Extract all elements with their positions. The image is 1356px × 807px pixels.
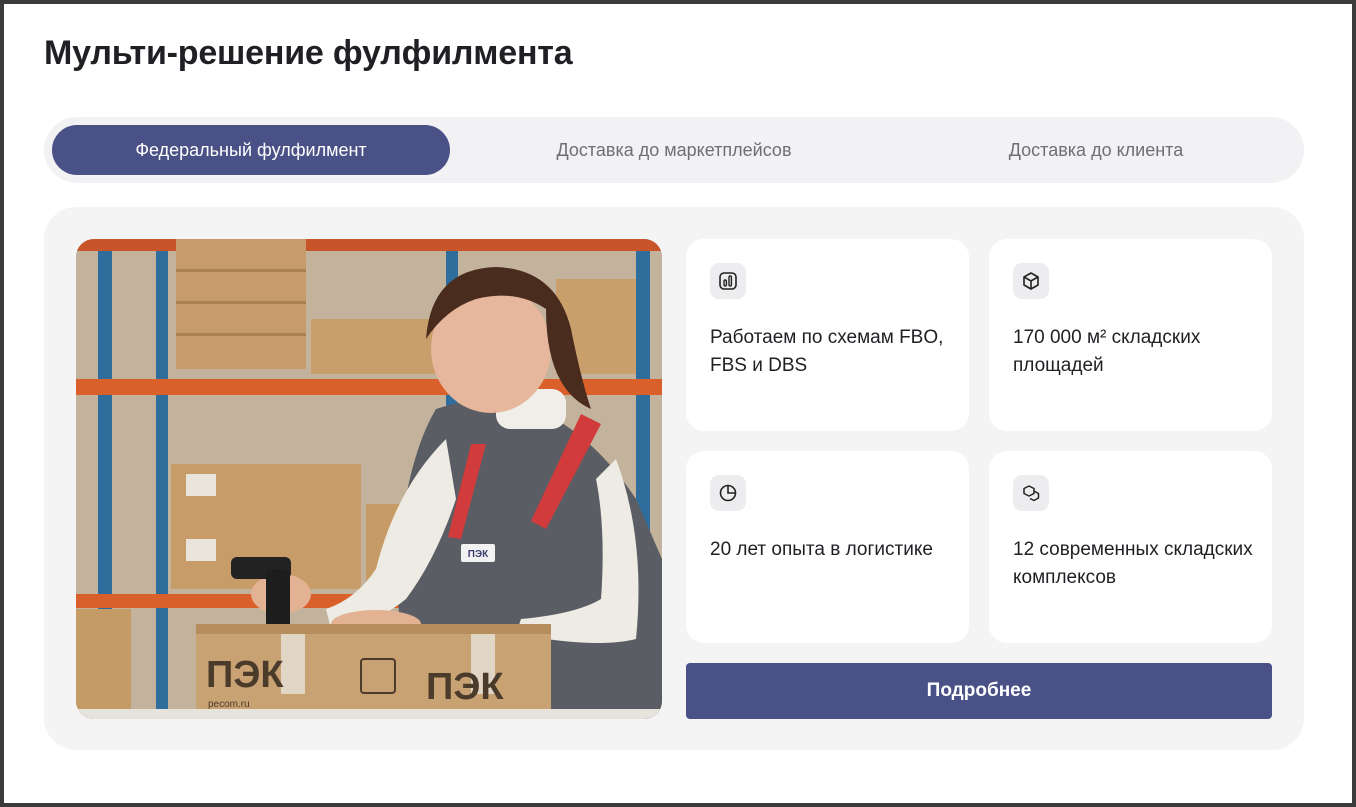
chart-icon [710, 263, 746, 299]
feature-text: 12 современных складских комплексов [1013, 539, 1253, 588]
tab-client-delivery[interactable]: Доставка до клиента [896, 125, 1296, 175]
box-site: pecom.ru [208, 699, 250, 710]
cubes-icon [1013, 475, 1049, 511]
feature-text: 170 000 м² складских площадей [1013, 327, 1201, 376]
feature-card-schemes: Работаем по схемам FBO, FBS и DBS [686, 239, 969, 431]
content-panel: ПЭК ПЭК pecom.ru ПЭК Работаем по схемам … [44, 207, 1304, 750]
more-button[interactable]: Подробнее [686, 663, 1272, 719]
feature-text: 20 лет опыта в логистике [710, 539, 933, 560]
feature-card-experience: 20 лет опыта в логистике [686, 451, 969, 643]
box-brand-2: ПЭК [426, 666, 504, 708]
warehouse-photo: ПЭК ПЭК pecom.ru ПЭК [76, 239, 662, 719]
box-icon [1013, 263, 1049, 299]
tab-marketplace-delivery[interactable]: Доставка до маркетплейсов [474, 125, 874, 175]
feature-text: Работаем по схемам FBO, FBS и DBS [710, 327, 944, 376]
pie-chart-icon [710, 475, 746, 511]
tab-bar: Федеральный фулфилмент Доставка до марке… [44, 117, 1304, 183]
tab-federal-fulfillment[interactable]: Федеральный фулфилмент [52, 125, 450, 175]
page-title: Мульти-решение фулфилмента [44, 34, 573, 72]
feature-card-warehouses: 12 современных складских комплексов [989, 451, 1272, 643]
box-brand: ПЭК [206, 654, 284, 696]
feature-card-area: 170 000 м² складских площадей [989, 239, 1272, 431]
apron-badge: ПЭК [468, 549, 489, 560]
